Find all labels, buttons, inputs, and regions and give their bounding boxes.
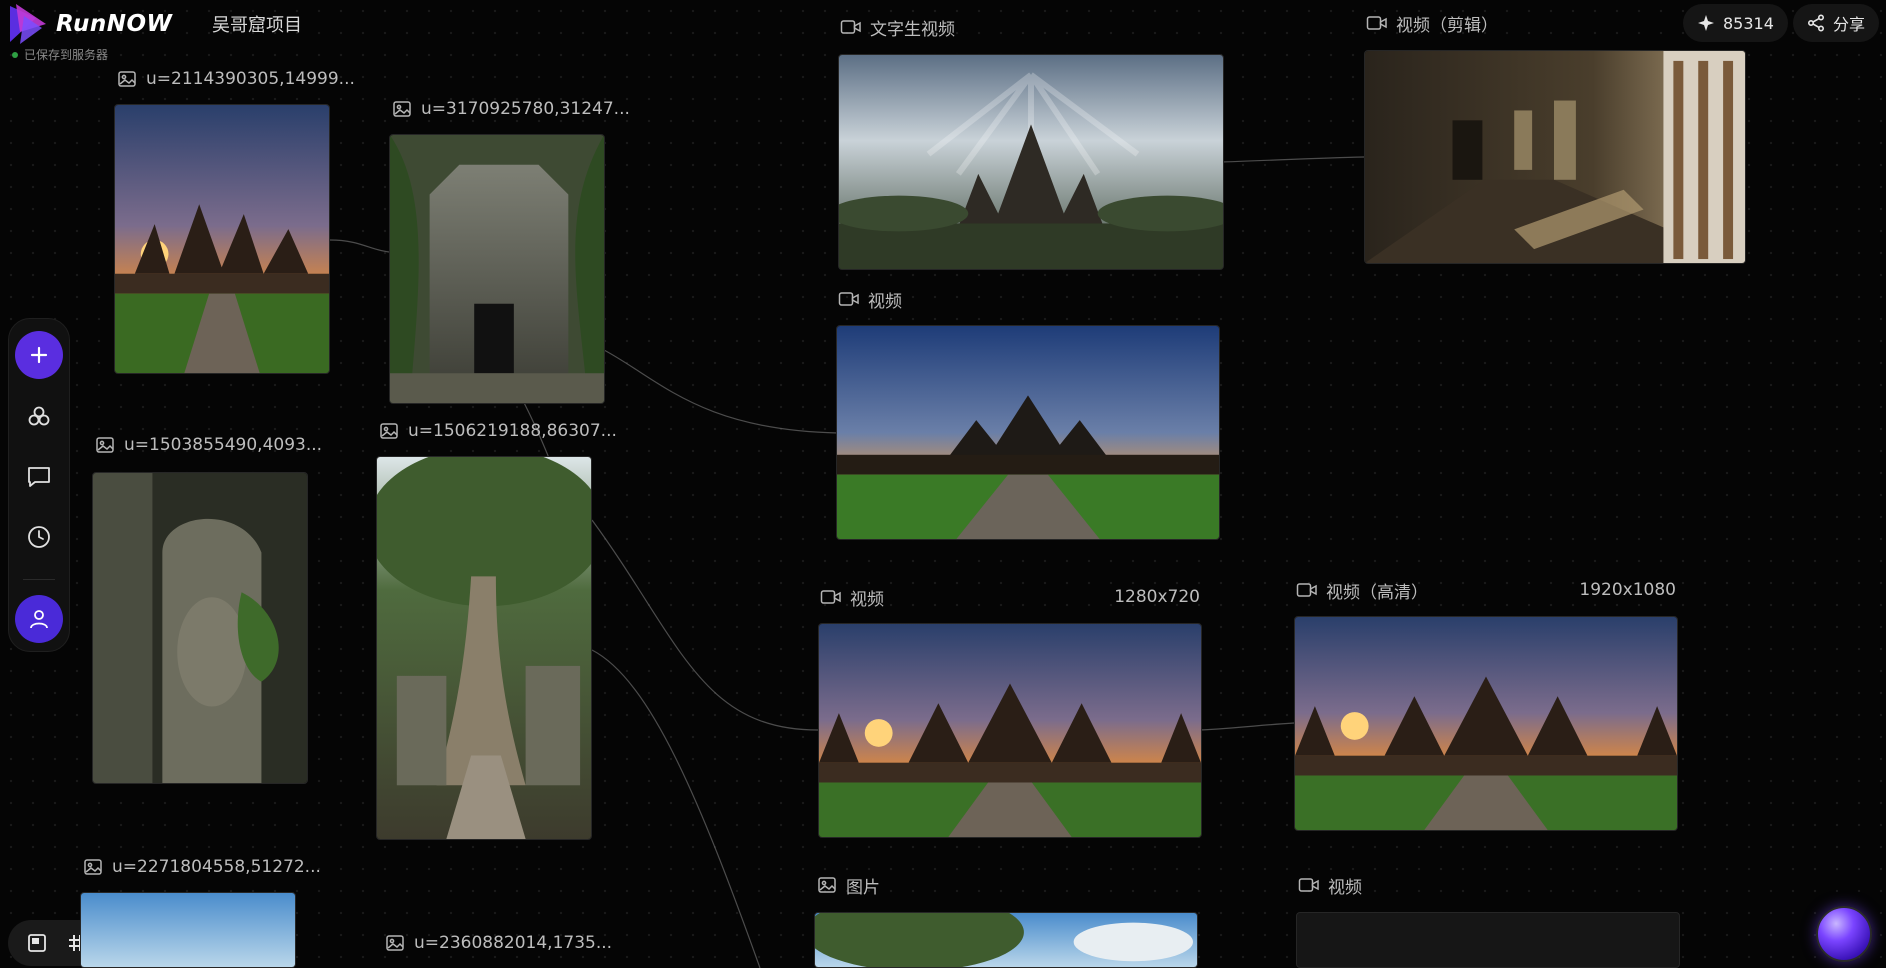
app-logo[interactable]: RunNOW — [6, 2, 172, 46]
video-icon — [840, 16, 862, 38]
node-header: u=2360882014,1735... — [384, 928, 612, 958]
node-title: u=2271804558,51272... — [112, 857, 321, 877]
video-node[interactable]: 视频 1280x720 — [818, 582, 1202, 838]
video-thumbnail — [838, 54, 1224, 270]
image-icon — [816, 874, 838, 896]
edge — [1199, 722, 1295, 731]
node-header: 视频（高清） — [1296, 575, 1428, 605]
image-icon — [384, 932, 406, 954]
node-header: 文字生视频 — [840, 12, 955, 42]
node-title: u=2360882014,1735... — [414, 933, 613, 953]
node-title: 视频 — [850, 589, 884, 610]
node-title: 视频 — [1328, 877, 1362, 898]
node-title: 视频（高清） — [1326, 582, 1428, 603]
edge — [1221, 156, 1365, 163]
video-clip-node[interactable]: 视频（剪辑） — [1364, 8, 1746, 264]
image-thumbnail — [376, 456, 592, 840]
image-node[interactable]: u=2271804558,51272... — [80, 852, 321, 968]
node-header: 视频 — [838, 284, 902, 314]
share-icon — [1807, 14, 1825, 32]
image-node[interactable]: u=1506219188,86307... — [376, 416, 617, 840]
image-thumbnail — [389, 134, 605, 404]
video-hd-node[interactable]: 视频（高清） 1920x1080 — [1294, 575, 1678, 831]
video-icon — [838, 288, 860, 310]
history-button[interactable] — [15, 513, 63, 561]
node-header: u=2271804558,51272... — [82, 852, 321, 882]
node-title: 文字生视频 — [870, 19, 955, 40]
save-status-text: 已保存到服务器 — [24, 48, 109, 62]
image-icon — [116, 68, 138, 90]
image-icon — [82, 856, 104, 878]
chat-icon — [28, 467, 50, 487]
minimap-button[interactable] — [20, 926, 54, 960]
image-thumbnail — [814, 912, 1198, 968]
nodes-button[interactable] — [15, 393, 63, 441]
node-title: u=1506219188,86307... — [408, 421, 617, 441]
image-thumbnail — [80, 892, 296, 968]
node-title: 视频 — [868, 291, 902, 312]
share-button[interactable]: 分享 — [1793, 4, 1880, 42]
edge — [591, 649, 761, 968]
logo-text: RunNOW — [56, 11, 173, 37]
video-node-empty[interactable]: 视频 — [1296, 870, 1680, 968]
image-node[interactable]: u=3170925780,31247... — [389, 94, 630, 404]
edge — [603, 349, 839, 434]
nodes-icon — [28, 406, 50, 426]
node-title: 视频（剪辑） — [1396, 15, 1498, 36]
plus-icon — [30, 346, 48, 364]
user-avatar-button[interactable] — [15, 595, 63, 643]
video-thumbnail — [1364, 50, 1746, 264]
user-icon — [30, 610, 48, 629]
node-header: u=3170925780,31247... — [391, 94, 630, 124]
ai-assistant-orb[interactable] — [1816, 906, 1872, 962]
image-icon — [391, 98, 413, 120]
node-title: u=2114390305,14999... — [146, 69, 355, 89]
video-node[interactable]: 视频 — [836, 284, 1220, 540]
toolbar-divider — [23, 579, 55, 580]
clock-icon — [28, 526, 50, 548]
node-title: u=1503855490,4093... — [124, 435, 323, 455]
image-icon — [378, 420, 400, 442]
edge — [591, 519, 819, 731]
edge — [329, 239, 390, 253]
project-title[interactable]: 吴哥窟项目 — [212, 11, 302, 37]
node-title: 图片 — [846, 877, 880, 898]
resolution-label: 1280x720 — [1114, 587, 1200, 607]
video-thumbnail — [836, 325, 1220, 540]
chat-button[interactable] — [15, 453, 63, 501]
save-status: 已保存到服务器 — [12, 46, 108, 63]
video-icon — [1298, 874, 1320, 896]
node-header: 视频 — [1298, 870, 1362, 900]
image-thumbnail — [114, 104, 330, 374]
node-header: u=1506219188,86307... — [378, 416, 617, 446]
node-header: u=1503855490,4093... — [94, 430, 322, 460]
video-icon — [820, 586, 842, 608]
add-node-button[interactable] — [15, 331, 63, 379]
node-header: 视频 — [820, 582, 884, 612]
image-thumbnail — [92, 472, 308, 784]
logo-icon — [10, 4, 46, 44]
image-node[interactable]: u=2114390305,14999... — [114, 64, 355, 374]
image-icon — [94, 434, 116, 456]
video-icon — [1366, 12, 1388, 34]
video-thumbnail — [818, 623, 1202, 838]
video-thumbnail — [1294, 616, 1678, 831]
left-toolbar — [8, 318, 70, 652]
resolution-label: 1920x1080 — [1579, 580, 1676, 600]
video-icon — [1296, 579, 1318, 601]
status-dot-icon — [12, 51, 18, 58]
video-placeholder — [1296, 912, 1680, 968]
image-node[interactable]: u=2360882014,1735... — [382, 928, 622, 960]
minimap-icon — [28, 934, 46, 952]
node-header: 视频（剪辑） — [1366, 8, 1498, 38]
node-header: 图片 — [816, 870, 880, 900]
image-node[interactable]: u=1503855490,4093... — [92, 430, 322, 784]
text-to-video-node[interactable]: 文字生视频 — [838, 12, 1224, 270]
image-output-node[interactable]: 图片 — [814, 870, 1198, 968]
node-title: u=3170925780,31247... — [421, 99, 630, 119]
node-header: u=2114390305,14999... — [116, 64, 355, 94]
share-label: 分享 — [1833, 15, 1866, 34]
